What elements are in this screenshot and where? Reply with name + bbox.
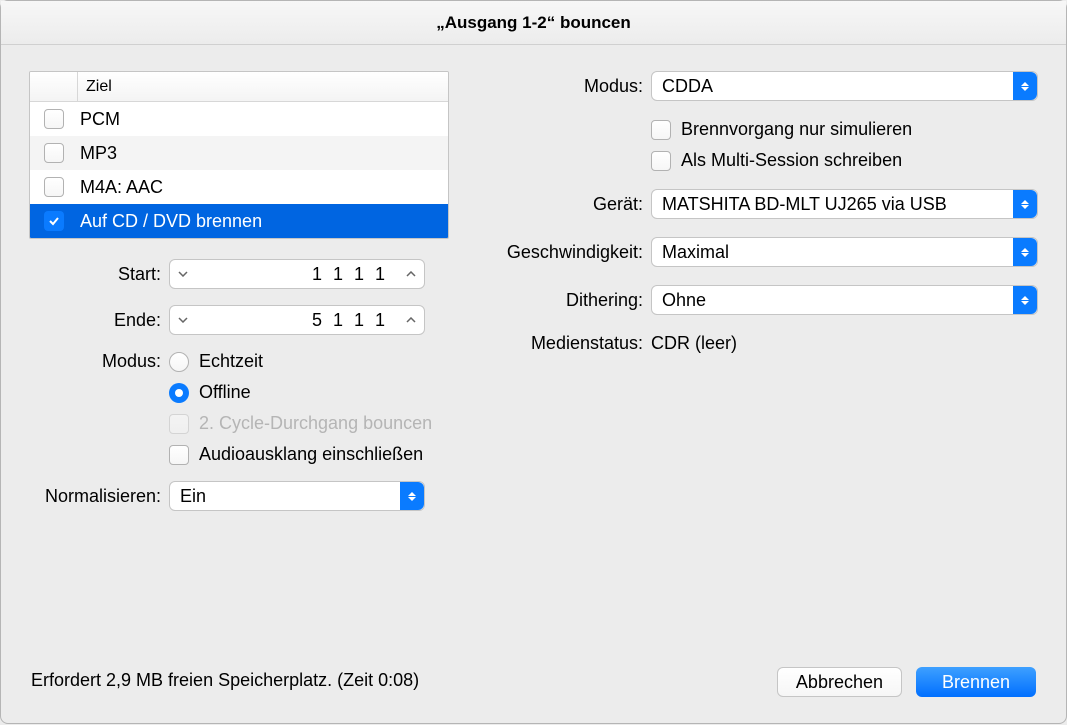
destination-table: Ziel PCM MP3 M4A: AAC Auf CD / DVD brenn… [29,71,449,239]
select-arrows-icon [1013,72,1037,100]
second-pass-label: 2. Cycle-Durchgang bouncen [199,413,432,434]
radio-realtime-label: Echtzeit [199,351,263,372]
chevron-up-icon[interactable] [398,260,424,288]
end-label: Ende: [29,310,161,331]
checkbox-pcm[interactable] [44,109,64,129]
row-label-burn-cd: Auf CD / DVD brennen [78,211,262,232]
chevron-down-icon[interactable] [170,260,196,288]
table-header-ziel[interactable]: Ziel [78,72,448,102]
select-arrows-icon [400,482,424,510]
start-label: Start: [29,264,161,285]
mode-left-label: Modus: [29,351,161,372]
table-row[interactable]: M4A: AAC [30,170,448,204]
table-row[interactable]: MP3 [30,136,448,170]
checkbox-second-pass [169,414,189,434]
media-status-value: CDR (leer) [651,333,737,354]
checkbox-multi-session[interactable] [651,151,671,171]
checkbox-burn-cd[interactable] [44,211,64,231]
media-status-label: Medienstatus: [473,333,643,354]
radio-offline[interactable] [169,383,189,403]
device-label: Gerät: [473,194,643,215]
table-header-row: Ziel [30,72,448,102]
checkbox-m4a[interactable] [44,177,64,197]
burn-mode-value: CDDA [662,76,713,97]
table-row[interactable]: Auf CD / DVD brennen [30,204,448,238]
radio-realtime[interactable] [169,352,189,372]
cancel-button[interactable]: Abbrechen [777,667,902,697]
include-tail-label: Audioausklang einschließen [199,444,423,465]
mode-right-label: Modus: [473,76,643,97]
row-label-mp3: MP3 [78,143,117,164]
status-text: Erfordert 2,9 MB freien Speicherplatz. (… [31,670,419,691]
checkbox-include-tail[interactable] [169,445,189,465]
dithering-label: Dithering: [473,290,643,311]
start-value[interactable]: 1 1 1 1 [196,264,398,285]
speed-select[interactable]: Maximal [651,237,1038,267]
radio-offline-label: Offline [199,382,251,403]
chevron-up-icon[interactable] [398,306,424,334]
row-label-pcm: PCM [78,109,120,130]
device-value: MATSHITA BD-MLT UJ265 via USB [662,194,947,215]
checkbox-simulate-burn[interactable] [651,120,671,140]
checkbox-mp3[interactable] [44,143,64,163]
select-arrows-icon [1013,190,1037,218]
speed-value: Maximal [662,242,729,263]
select-arrows-icon [1013,238,1037,266]
normalize-select[interactable]: Ein [169,481,425,511]
normalize-label: Normalisieren: [29,486,161,507]
speed-label: Geschwindigkeit: [473,242,643,263]
chevron-down-icon[interactable] [170,306,196,334]
simulate-burn-label: Brennvorgang nur simulieren [681,119,912,140]
select-arrows-icon [1013,286,1037,314]
end-value[interactable]: 5 1 1 1 [196,310,398,331]
normalize-value: Ein [180,486,206,507]
window-titlebar: „Ausgang 1-2“ bouncen [1,1,1066,45]
row-label-m4a: M4A: AAC [78,177,163,198]
device-select[interactable]: MATSHITA BD-MLT UJ265 via USB [651,189,1038,219]
table-header-checkbox-col [30,72,78,101]
window-title: „Ausgang 1-2“ bouncen [436,13,631,33]
dithering-value: Ohne [662,290,706,311]
dithering-select[interactable]: Ohne [651,285,1038,315]
start-position-field[interactable]: 1 1 1 1 [169,259,425,289]
burn-button[interactable]: Brennen [916,667,1036,697]
multi-session-label: Als Multi-Session schreiben [681,150,902,171]
burn-mode-select[interactable]: CDDA [651,71,1038,101]
table-row[interactable]: PCM [30,102,448,136]
end-position-field[interactable]: 5 1 1 1 [169,305,425,335]
